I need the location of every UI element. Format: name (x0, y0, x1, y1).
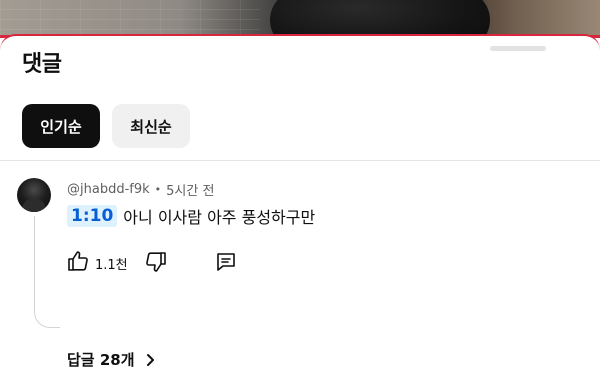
avatar[interactable] (17, 178, 51, 212)
like-count: 1.1천 (95, 258, 128, 273)
video-background-bricks (0, 0, 260, 38)
chevron-right-icon (143, 353, 157, 367)
comment-time: 5시간 전 (166, 184, 215, 199)
avatar-silhouette (22, 198, 46, 212)
comment-meta: @jhabdd-f9k • 5시간 전 (67, 180, 214, 199)
sort-chip-popular[interactable]: 인기순 (22, 104, 100, 148)
view-replies-button[interactable]: 답글 28개 (67, 349, 157, 370)
comment-content: 1:10 아니 이사람 아주 풍성하구만 (67, 204, 315, 228)
thumbs-up-icon[interactable] (66, 249, 90, 273)
reply-thread-line (34, 216, 60, 328)
comments-title: 댓글 (22, 52, 62, 77)
drag-handle[interactable] (490, 46, 546, 51)
timestamp-link[interactable]: 1:10 (67, 205, 118, 227)
comment-icon[interactable] (214, 250, 238, 274)
comment-body: 아니 이사람 아주 풍성하구만 (123, 208, 316, 227)
video-player-preview[interactable] (0, 0, 600, 50)
thumbs-down-icon[interactable] (144, 250, 168, 274)
replies-label: 답글 28개 (67, 351, 135, 369)
sort-chip-newest[interactable]: 최신순 (112, 104, 190, 148)
comment-author[interactable]: @jhabdd-f9k (67, 182, 150, 197)
meta-separator: • (154, 183, 162, 196)
comment-actions: 1.1천 (66, 249, 266, 277)
divider (0, 160, 600, 161)
